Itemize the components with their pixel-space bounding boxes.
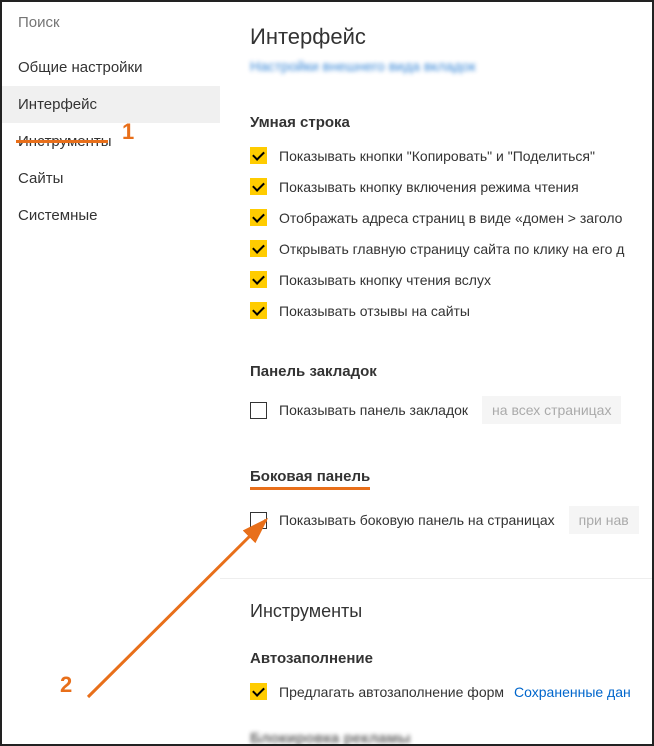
label-read-aloud: Показывать кнопку чтения вслух <box>279 272 491 288</box>
section-divider <box>220 578 652 579</box>
checkbox-reader-mode[interactable] <box>250 178 267 195</box>
checkbox-autofill[interactable] <box>250 683 267 700</box>
checkbox-open-homepage[interactable] <box>250 240 267 257</box>
dropdown-bookmarks-scope[interactable]: на всех страницах <box>482 396 621 424</box>
section-smart-line: Умная строка Показывать кнопки "Копирова… <box>250 114 652 319</box>
section-autofill: Автозаполнение Предлагать автозаполнение… <box>250 650 652 700</box>
side-panel-title: Боковая панель <box>250 468 652 490</box>
nav-list: Общие настройки Интерфейс Инструменты Са… <box>2 49 220 234</box>
bookmarks-panel-title: Панель закладок <box>250 363 652 380</box>
settings-sidebar: Общие настройки Интерфейс Инструменты Са… <box>2 2 220 744</box>
label-show-bookmarks: Показывать панель закладок <box>279 402 468 418</box>
option-show-bookmarks: Показывать панель закладок на всех стран… <box>250 396 652 424</box>
sidebar-item-system[interactable]: Системные <box>2 197 220 234</box>
link-saved-data[interactable]: Сохраненные дан <box>514 684 631 700</box>
sidebar-item-tools[interactable]: Инструменты <box>2 123 220 160</box>
option-open-homepage: Открывать главную страницу сайта по клик… <box>250 240 652 257</box>
checkbox-domain-title[interactable] <box>250 209 267 226</box>
label-open-homepage: Открывать главную страницу сайта по клик… <box>279 241 624 257</box>
tools-title: Инструменты <box>250 601 652 622</box>
search-box <box>2 2 220 43</box>
search-input[interactable] <box>18 14 204 31</box>
label-site-reviews: Показывать отзывы на сайты <box>279 303 470 319</box>
ad-blocking-title: Блокировка рекламы <box>250 730 652 744</box>
option-show-side-panel: Показывать боковую панель на страницах п… <box>250 506 652 534</box>
option-reader-mode: Показывать кнопку включения режима чтени… <box>250 178 652 195</box>
label-domain-title: Отображать адреса страниц в виде «домен … <box>279 210 622 226</box>
option-autofill: Предлагать автозаполнение форм Сохраненн… <box>250 683 652 700</box>
smart-line-title: Умная строка <box>250 114 652 131</box>
main-content: Интерфейс Настройки внешнего вида вкладо… <box>220 2 652 744</box>
section-bookmarks-panel: Панель закладок Показывать панель заклад… <box>250 363 652 424</box>
label-autofill: Предлагать автозаполнение форм <box>279 684 504 700</box>
sidebar-item-sites[interactable]: Сайты <box>2 160 220 197</box>
checkbox-site-reviews[interactable] <box>250 302 267 319</box>
sidebar-item-interface[interactable]: Интерфейс <box>2 86 220 123</box>
checkbox-copy-share[interactable] <box>250 147 267 164</box>
option-read-aloud: Показывать кнопку чтения вслух <box>250 271 652 288</box>
label-reader-mode: Показывать кнопку включения режима чтени… <box>279 179 579 195</box>
checkbox-show-bookmarks[interactable] <box>250 402 267 419</box>
sidebar-item-general[interactable]: Общие настройки <box>2 49 220 86</box>
page-title: Интерфейс <box>250 24 652 50</box>
label-show-side-panel: Показывать боковую панель на страницах <box>279 512 555 528</box>
option-site-reviews: Показывать отзывы на сайты <box>250 302 652 319</box>
option-domain-title: Отображать адреса страниц в виде «домен … <box>250 209 652 226</box>
section-side-panel: Боковая панель Показывать боковую панель… <box>250 468 652 534</box>
tabs-appearance-link[interactable]: Настройки внешнего вида вкладок <box>250 58 652 74</box>
option-copy-share: Показывать кнопки "Копировать" и "Подели… <box>250 147 652 164</box>
checkbox-read-aloud[interactable] <box>250 271 267 288</box>
checkbox-show-side-panel[interactable] <box>250 512 267 529</box>
dropdown-side-panel-mode[interactable]: при нав <box>569 506 639 534</box>
label-copy-share: Показывать кнопки "Копировать" и "Подели… <box>279 148 595 164</box>
autofill-title: Автозаполнение <box>250 650 652 667</box>
